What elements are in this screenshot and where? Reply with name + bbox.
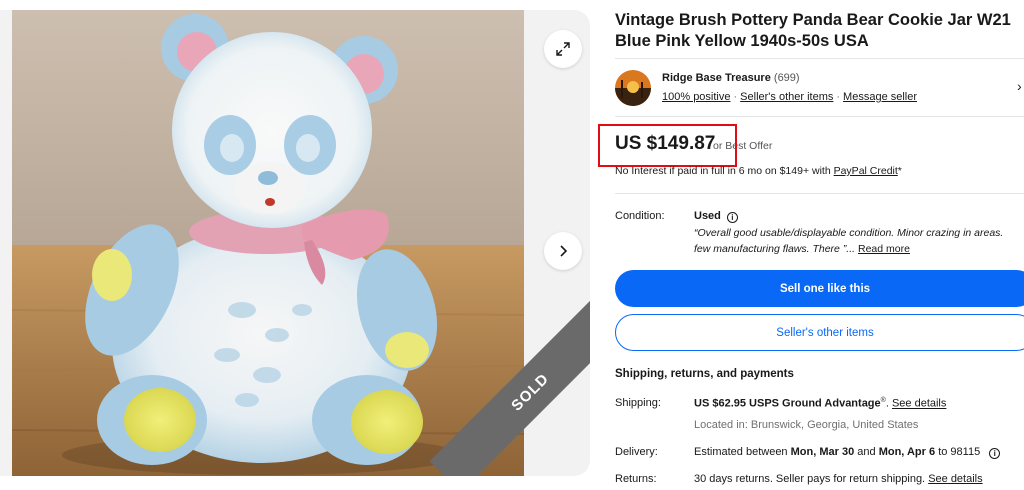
- delivery-and: and: [857, 446, 876, 458]
- shipping-cost: US $62.95 USPS Ground Advantage: [694, 397, 881, 410]
- seller-name[interactable]: Ridge Base Treasure: [662, 72, 771, 84]
- separator: ·: [836, 91, 841, 103]
- sell-one-like-this-button[interactable]: Sell one like this: [615, 270, 1024, 307]
- chevron-right-icon[interactable]: ›: [1017, 78, 1022, 94]
- condition-description: “Overall good usable/displayable conditi…: [694, 226, 1024, 257]
- divider: [615, 58, 1024, 59]
- sold-label: SOLD: [507, 369, 553, 415]
- next-image-button[interactable]: [544, 232, 582, 270]
- credit-text: No Interest if paid in full in 6 mo on $…: [615, 165, 831, 177]
- divider: [615, 193, 1024, 194]
- read-more-link[interactable]: Read more: [858, 243, 910, 255]
- sellers-other-items-link[interactable]: Seller's other items: [740, 91, 833, 103]
- info-icon[interactable]: i: [726, 212, 738, 223]
- registered-mark: ®: [880, 397, 886, 404]
- image-gallery: SOLD: [0, 10, 590, 476]
- seller-links: 100% positive · Seller's other items · Messa…: [662, 91, 917, 103]
- chevron-right-icon: [560, 245, 568, 257]
- condition-value: Used i: [694, 210, 738, 223]
- product-photo[interactable]: [12, 10, 524, 476]
- seller-avatar[interactable]: [615, 70, 651, 106]
- delivery-end: Mon, Apr 6: [878, 446, 936, 458]
- condition-used: Used: [694, 210, 721, 222]
- delivery-start: Mon, Mar 30: [790, 446, 855, 458]
- condition-quote-line2-wrap: few manufacturing flaws. There ”... Read…: [694, 242, 1024, 258]
- seller-feedback-count: (699): [773, 72, 800, 84]
- positive-feedback-link[interactable]: 100% positive: [662, 91, 731, 103]
- delivery-zip[interactable]: to 98115: [938, 446, 980, 458]
- seller-name-line[interactable]: Ridge Base Treasure (699): [662, 72, 800, 84]
- divider: [615, 116, 1024, 117]
- returns-see-details-link[interactable]: See details: [928, 473, 982, 485]
- credit-suffix: *: [897, 165, 902, 177]
- seller-card[interactable]: Ridge Base Treasure (699) 100% positive ·…: [615, 68, 1024, 108]
- condition-label: Condition:: [615, 210, 665, 222]
- condition-quote-line1: “Overall good usable/displayable conditi…: [694, 227, 1004, 239]
- paypal-credit-link[interactable]: PayPal Credit: [834, 165, 898, 177]
- shipping-see-details-link[interactable]: See details: [892, 398, 946, 410]
- message-seller-link[interactable]: Message seller: [843, 91, 917, 103]
- separator: ·: [733, 91, 738, 103]
- shipping-heading: Shipping, returns, and payments: [615, 368, 794, 380]
- expand-image-button[interactable]: [544, 30, 582, 68]
- panda-bear-cookie-jar-image: [12, 10, 524, 476]
- returns-value: 30 days returns. Seller pays for return …: [694, 473, 983, 485]
- returns-label: Returns:: [615, 473, 657, 485]
- delivery-value: Estimated between Mon, Mar 30 and Mon, A…: [694, 446, 1001, 459]
- shipping-value: US $62.95 USPS Ground Advantage®. See de…: [694, 397, 947, 410]
- item-location: Located in: Brunswick, Georgia, United S…: [694, 419, 919, 431]
- price-highlight-box: [598, 124, 737, 167]
- delivery-label: Delivery:: [615, 446, 658, 458]
- sellers-other-items-button[interactable]: Seller's other items: [615, 314, 1024, 351]
- condition-quote-line2: few manufacturing flaws. There ”...: [694, 242, 856, 255]
- info-icon[interactable]: i: [989, 448, 1001, 459]
- shipping-label: Shipping:: [615, 397, 661, 409]
- paypal-credit-line: No Interest if paid in full in 6 mo on $…: [615, 165, 902, 177]
- delivery-prefix: Estimated between: [694, 446, 788, 458]
- listing-info: Vintage Brush Pottery Panda Bear Cookie …: [598, 0, 1024, 490]
- expand-icon: [556, 42, 570, 56]
- returns-text: 30 days returns. Seller pays for return …: [694, 473, 926, 485]
- listing-title: Vintage Brush Pottery Panda Bear Cookie …: [615, 11, 1011, 50]
